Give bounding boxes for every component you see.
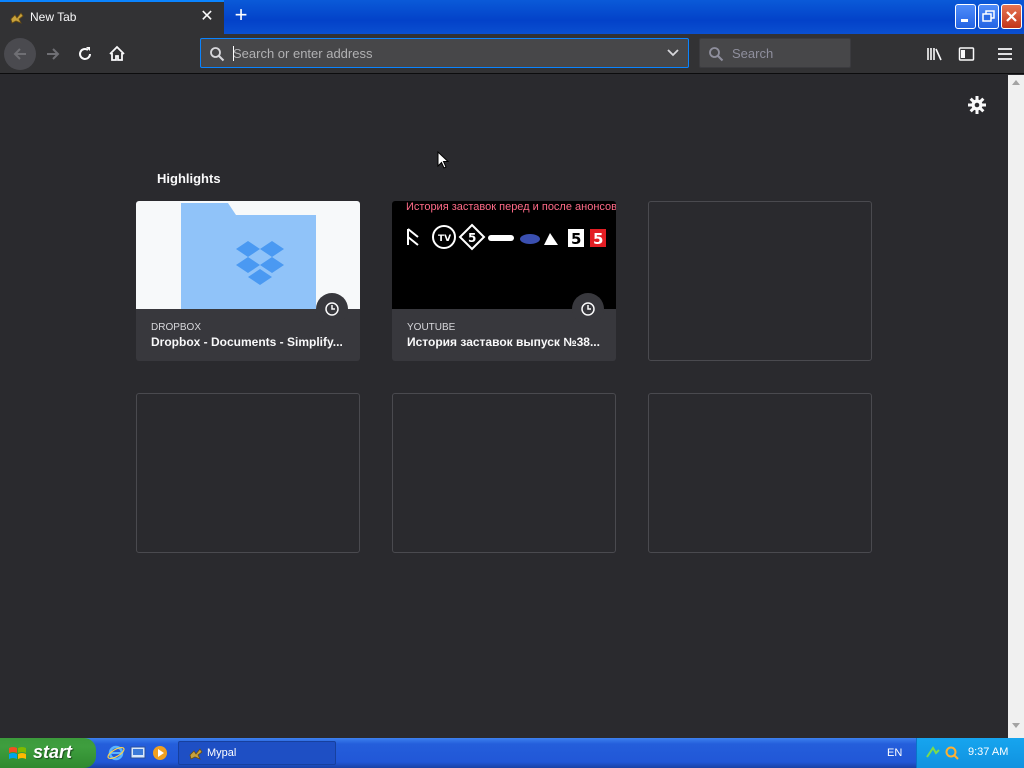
vertical-scrollbar[interactable]: [1008, 75, 1024, 738]
navigation-toolbar: [0, 34, 1024, 74]
sidebar-button[interactable]: [951, 38, 981, 70]
search-input[interactable]: [732, 43, 842, 63]
recent-clock-badge: [316, 293, 348, 325]
highlights-heading: Highlights: [157, 171, 221, 186]
url-input[interactable]: [233, 43, 653, 63]
empty-highlight-slot: [648, 393, 872, 553]
recent-clock-badge: [572, 293, 604, 325]
empty-highlight-slot: [136, 393, 360, 553]
tab-new-tab[interactable]: New Tab ✕: [0, 0, 224, 34]
search-bar[interactable]: [699, 38, 851, 68]
clock: 9:37 AM: [968, 746, 1009, 758]
taskbar: start Mypal EN 9:37 AM: [0, 738, 1024, 768]
svg-text:5: 5: [468, 231, 476, 245]
highlight-card-dropbox[interactable]: DROPBOX Dropbox - Documents - Simplify..…: [136, 201, 360, 361]
mypal-favicon-icon: [10, 12, 24, 24]
highlight-card-youtube[interactable]: TV 5 5 5 История заставок перед и после …: [392, 201, 616, 361]
empty-highlight-slot: [648, 201, 872, 361]
start-label: start: [33, 742, 73, 762]
text-caret: [233, 46, 234, 61]
arrow-right-icon: [47, 48, 60, 60]
forward-button[interactable]: [37, 38, 69, 70]
minimize-icon: [961, 19, 968, 22]
start-button[interactable]: start: [0, 738, 96, 768]
windows-flag-icon: [9, 747, 26, 759]
new-tab-page: Highlights DROPBOX Dropbox - Documents -…: [0, 75, 1008, 738]
close-window-button[interactable]: [1001, 4, 1022, 29]
search-tray-icon[interactable]: [944, 745, 960, 761]
restore-button[interactable]: [978, 4, 999, 29]
search-icon: [709, 47, 724, 62]
reload-icon: [79, 47, 91, 60]
restore-icon: [982, 10, 995, 22]
close-icon: [1006, 11, 1017, 22]
tab-close-icon[interactable]: ✕: [198, 7, 216, 27]
thumbnail-caption: История заставок перед и после анонсов: [406, 201, 616, 213]
empty-highlight-slot: [392, 393, 616, 553]
tab-title: New Tab: [30, 10, 77, 24]
card-source: YOUTUBE: [407, 322, 456, 333]
hamburger-menu-icon: [998, 48, 1012, 60]
internet-explorer-icon[interactable]: [107, 744, 125, 762]
clock-icon: [581, 302, 595, 316]
mypal-app-icon: [189, 748, 203, 760]
new-tab-button[interactable]: +: [229, 4, 253, 28]
card-title: Dropbox - Documents - Simplify...: [151, 335, 343, 349]
show-desktop-icon[interactable]: [129, 744, 147, 762]
library-button[interactable]: [919, 38, 949, 70]
title-bar: New Tab ✕ +: [0, 0, 1024, 34]
menu-button[interactable]: [990, 38, 1020, 70]
minimize-button[interactable]: [955, 4, 976, 29]
scroll-down-icon[interactable]: [1012, 723, 1020, 729]
reload-button[interactable]: [69, 38, 101, 70]
clock-icon: [325, 302, 339, 316]
library-icon: [927, 48, 942, 61]
url-bar[interactable]: [200, 38, 689, 68]
search-icon: [210, 47, 225, 62]
home-button[interactable]: [101, 38, 133, 70]
mouse-cursor-icon: [437, 151, 449, 169]
chevron-down-icon[interactable]: [666, 48, 680, 58]
card-source: DROPBOX: [151, 322, 202, 333]
scroll-up-icon[interactable]: [1012, 79, 1020, 85]
svg-text:TV: TV: [438, 234, 451, 244]
home-icon: [109, 45, 125, 61]
sidebar-icon: [958, 47, 975, 61]
taskbar-item-mypal[interactable]: Mypal: [178, 741, 336, 765]
svg-text:5: 5: [571, 230, 581, 248]
network-icon[interactable]: [925, 745, 941, 761]
language-indicator[interactable]: EN: [887, 747, 902, 759]
system-tray: 9:37 AM: [916, 738, 1024, 768]
media-player-icon[interactable]: [151, 744, 169, 762]
back-button[interactable]: [4, 38, 36, 70]
arrow-left-icon: [13, 48, 26, 60]
taskbar-item-label: Mypal: [207, 747, 237, 759]
card-title: История заставок выпуск №38...: [407, 335, 600, 349]
gear-icon[interactable]: [966, 94, 988, 116]
svg-text:5: 5: [593, 230, 603, 248]
